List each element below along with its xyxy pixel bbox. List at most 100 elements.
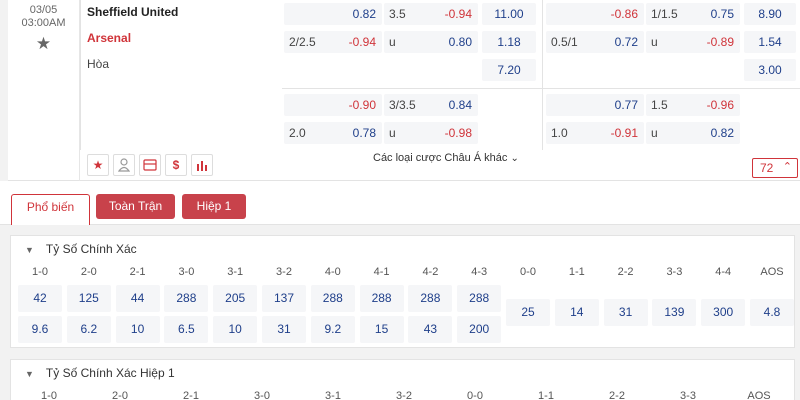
odds-cell[interactable]: 0.77 (546, 94, 644, 116)
score-odds-cell[interactable]: 288 (164, 285, 209, 312)
score-header: 2-2 (609, 390, 625, 400)
score-header: 2-1 (183, 390, 199, 400)
section-title: Tỷ Số Chính Xác (45, 242, 137, 256)
odds-cell[interactable]: 11.00 (482, 3, 536, 25)
divider (542, 0, 543, 150)
score-header: 3-2 (276, 266, 292, 278)
score-odds-cell[interactable]: 9.6 (18, 316, 62, 343)
score-odds-cell[interactable]: 6.5 (164, 316, 209, 343)
chevron-down-icon: ▼ (25, 369, 34, 379)
odds-cell[interactable]: 8.90 (744, 3, 796, 25)
tab-popular[interactable]: Phổ biến (11, 194, 90, 225)
score-header: 3-2 (396, 390, 412, 400)
odds-cell[interactable]: 3.5 -0.94 (384, 3, 478, 25)
correct-score-section: ▼ Tỷ Số Chính Xác 1-0 2-0 2-1 3-0 3-1 3-2 4-0 4-… (10, 235, 795, 348)
score-odds-cell[interactable]: 9.2 (310, 316, 355, 343)
score-header: 3-0 (254, 390, 270, 400)
score-header: 4-2 (422, 266, 439, 278)
tab-bar: Phổ biến Toàn Trận Hiệp 1 (0, 181, 800, 225)
home-team: Sheffield United (87, 5, 179, 19)
score-odds-cell[interactable]: 31 (262, 316, 306, 343)
score-header: 2-0 (80, 266, 97, 278)
chart-icon[interactable] (191, 154, 213, 176)
score-odds-cell[interactable]: 137 (262, 285, 306, 312)
bet-count-button[interactable]: 72 ⌃ (752, 158, 798, 178)
card-icon[interactable] (139, 154, 161, 176)
score-odds-cell[interactable]: 43 (408, 316, 453, 343)
score-odds-cell[interactable]: 300 (701, 299, 746, 326)
odds-cell[interactable]: 7.20 (482, 59, 536, 81)
match-card: 03/05 03:00AM ★ Sheffield United Arsenal… (0, 0, 800, 181)
score-odds-cell[interactable]: 125 (66, 285, 111, 312)
divider (80, 0, 81, 150)
score-odds-cell[interactable]: 288 (408, 285, 453, 312)
odds-cell[interactable]: 3/3.5 0.84 (384, 94, 478, 116)
score-odds-cell[interactable]: 205 (213, 285, 258, 312)
odds-cell[interactable]: u 0.80 (384, 31, 478, 53)
section-header[interactable]: ▼ Tỷ Số Chính Xác Hiệp 1 (25, 366, 175, 380)
score-odds-cell[interactable]: 139 (652, 299, 697, 326)
score-header: AOS (747, 390, 771, 400)
odds-cell[interactable]: 1.5 -0.96 (646, 94, 740, 116)
score-odds-cell[interactable]: 42 (18, 285, 62, 312)
score-odds-cell[interactable]: 288 (457, 285, 502, 312)
score-odds-cell[interactable]: 31 (603, 299, 648, 326)
score-odds-cell[interactable]: 15 (359, 316, 404, 343)
score-header: 4-3 (471, 266, 488, 278)
score-header: 2-0 (112, 390, 128, 400)
score-header: 0-0 (520, 266, 536, 278)
odds-cell[interactable]: 1.0 -0.91 (546, 122, 644, 144)
score-odds-cell[interactable]: 288 (310, 285, 355, 312)
odds-cell[interactable]: 1.18 (482, 31, 536, 53)
odds-cell[interactable]: 0.82 (284, 3, 382, 25)
odds-cell[interactable]: 1/1.5 0.75 (646, 3, 740, 25)
chevron-down-icon: ⌄ (510, 153, 519, 164)
correct-score-h1-section: ▼ Tỷ Số Chính Xác Hiệp 1 1-0 2-0 2-1 3-0 3-1 3… (10, 359, 795, 400)
chevron-down-icon: ▼ (25, 245, 34, 255)
odds-cell[interactable]: u 0.82 (646, 122, 740, 144)
score-header: AOS (760, 266, 784, 278)
score-odds-cell[interactable]: 14 (554, 299, 599, 326)
odds-cell[interactable]: 0.5/1 0.72 (546, 31, 644, 53)
score-header: 3-3 (666, 266, 683, 278)
away-team: Arsenal (87, 31, 132, 45)
draw-label: Hòa (87, 57, 110, 71)
score-header: 4-0 (324, 266, 341, 278)
odds-cell[interactable]: -0.90 (284, 94, 382, 116)
score-odds-cell[interactable]: 4.8 (750, 299, 794, 326)
odds-cell[interactable]: u -0.89 (646, 31, 740, 53)
odds-cell[interactable]: 1.54 (744, 31, 796, 53)
match-date: 03/05 (29, 4, 58, 16)
score-odds-cell[interactable]: 25 (506, 299, 550, 326)
score-header: 3-1 (227, 266, 244, 278)
score-header: 1-1 (568, 266, 585, 278)
score-header: 1-0 (32, 266, 48, 278)
odds-cell[interactable]: 2.0 0.78 (284, 122, 382, 144)
odds-cell[interactable]: 2/2.5 -0.94 (284, 31, 382, 53)
score-odds-cell[interactable]: 288 (359, 285, 404, 312)
tab-first-half[interactable]: Hiệp 1 (182, 194, 246, 219)
score-header: 3-0 (178, 266, 195, 278)
divider (282, 88, 800, 89)
section-header[interactable]: ▼ Tỷ Số Chính Xác (25, 242, 137, 256)
favorite-star-icon[interactable]: ★ (8, 34, 79, 54)
person-icon[interactable] (113, 154, 135, 176)
score-odds-cell[interactable]: 44 (115, 285, 160, 312)
match-datetime: 03/05 03:00AM ★ (8, 0, 80, 181)
score-header: 4-1 (373, 266, 390, 278)
odds-cell[interactable]: 3.00 (744, 59, 796, 81)
more-asian-bets-link[interactable]: Các loại cược Châu Á khác ⌄ (373, 152, 519, 164)
score-odds-cell[interactable]: 6.2 (66, 316, 111, 343)
score-header: 3-1 (325, 390, 341, 400)
dollar-icon[interactable]: $ (165, 154, 187, 176)
odds-cell[interactable]: -0.86 (546, 3, 644, 25)
score-odds-cell[interactable]: 10 (213, 316, 258, 343)
score-odds-cell[interactable]: 200 (457, 316, 502, 343)
left-edge (0, 0, 8, 181)
odds-cell[interactable]: u -0.98 (384, 122, 478, 144)
tab-full-match[interactable]: Toàn Trận (96, 194, 175, 219)
score-odds-cell[interactable]: 10 (115, 316, 160, 343)
chevron-up-icon: ⌃ (782, 161, 792, 173)
star-icon[interactable]: ★ (87, 154, 109, 176)
score-header: 2-1 (129, 266, 146, 278)
